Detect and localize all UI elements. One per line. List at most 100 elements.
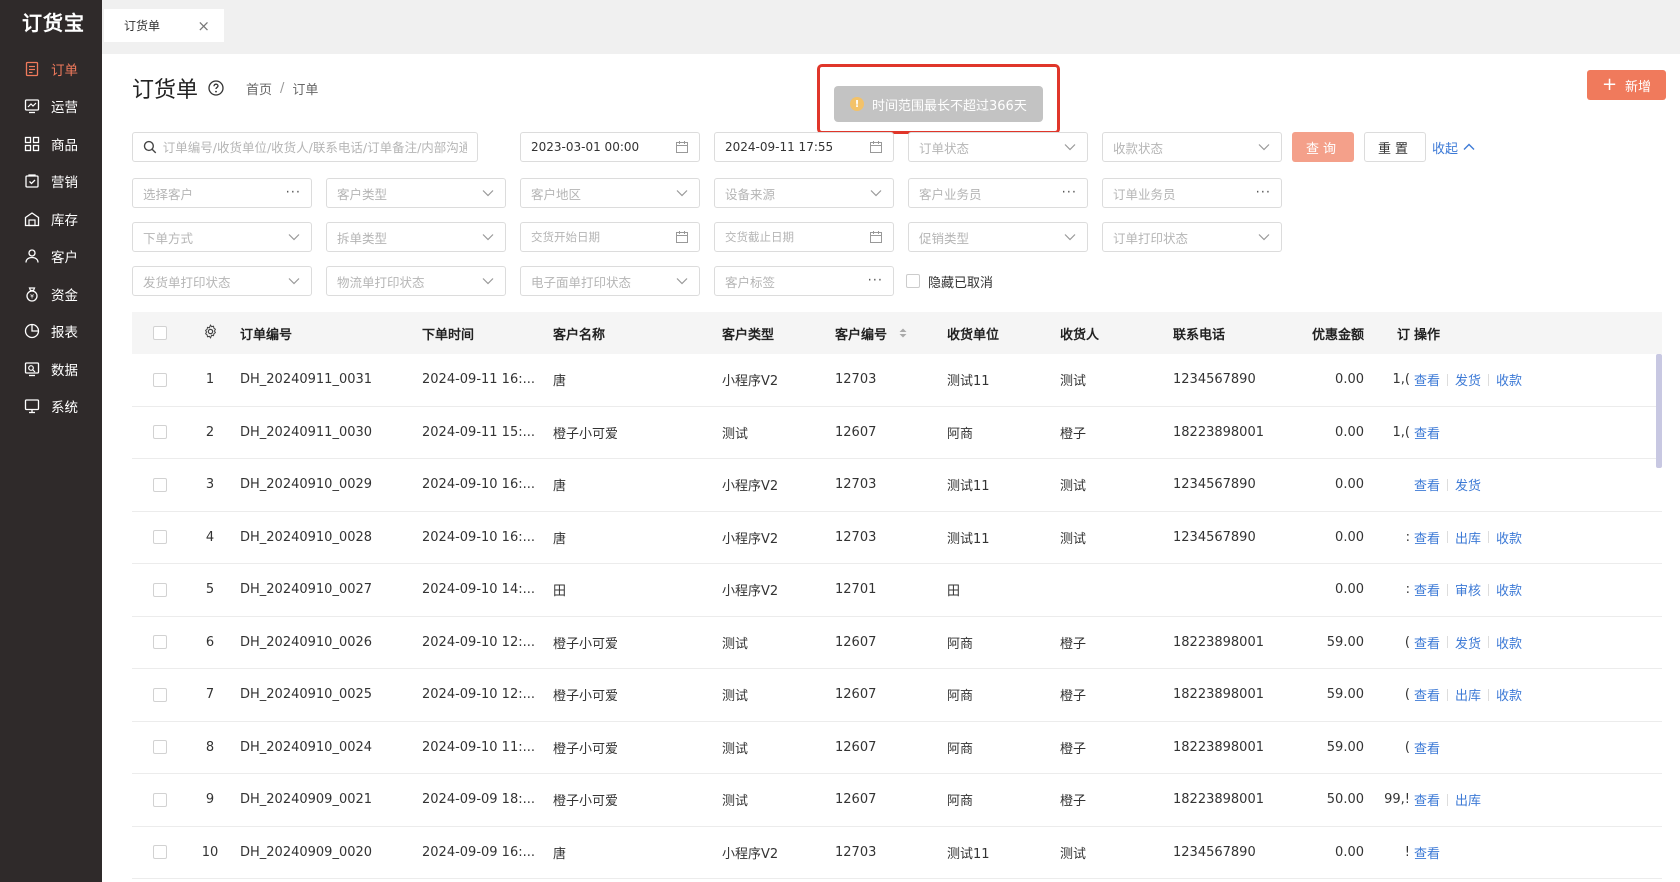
customer-type: 测试 (722, 689, 749, 705)
row-checkbox[interactable] (153, 845, 167, 860)
gear-icon[interactable] (203, 323, 218, 339)
op-link[interactable]: 查看 (1414, 685, 1440, 704)
table-row[interactable]: 2 DH_20240911_0030 2024-09-11 15:... 橙子小可爱 测… (132, 407, 1662, 459)
add-button[interactable]: + 新增 (1587, 70, 1666, 100)
row-checkbox[interactable] (153, 425, 167, 440)
select-customer-field[interactable]: 选择客户 ··· (132, 178, 312, 208)
help-icon[interactable] (208, 80, 224, 96)
order-status-select[interactable]: 订单状态 (908, 132, 1088, 162)
table-row[interactable]: 5 DH_20240910_0027 2024-09-10 14:... 田 小程序V2… (132, 564, 1662, 617)
op-link[interactable]: 查看 (1414, 423, 1440, 442)
op-link[interactable]: 发货 (1455, 633, 1481, 652)
chevron-down-icon (1258, 234, 1270, 241)
op-link[interactable]: 查看 (1414, 790, 1440, 809)
table-row[interactable]: 7 DH_20240910_0025 2024-09-10 12:... 橙子小可爱 测… (132, 669, 1662, 722)
hide-cancelled-option[interactable]: 隐藏已取消 (906, 266, 993, 296)
reset-button[interactable]: 重置 (1364, 132, 1426, 162)
op-link[interactable]: 查看 (1414, 843, 1440, 862)
sidebar-item-7[interactable]: 报表 (0, 313, 102, 351)
ship-print-status-select[interactable]: 发货单打印状态 (132, 266, 312, 296)
op-link[interactable]: 查看 (1414, 738, 1440, 757)
row-checkbox[interactable] (153, 477, 167, 492)
op-link[interactable]: 出库 (1455, 528, 1481, 547)
sidebar-item-0[interactable]: 订单 (0, 50, 102, 88)
date-end-field[interactable]: 2024-09-11 17:55 (714, 132, 894, 162)
table-row[interactable]: 4 DH_20240910_0028 2024-09-10 16:... 唐 小程序V2… (132, 512, 1662, 564)
op-link[interactable]: 收款 (1496, 580, 1522, 599)
row-checkbox[interactable] (153, 582, 167, 597)
ewaybill-print-status-select[interactable]: 电子面单打印状态 (520, 266, 700, 296)
sort-icon[interactable] (899, 328, 907, 338)
row-checkbox[interactable] (153, 372, 167, 387)
sidebar-item-2[interactable]: 商品 (0, 125, 102, 163)
table-row[interactable]: 6 DH_20240910_0026 2024-09-10 12:... 橙子小可爱 测… (132, 617, 1662, 669)
table-row[interactable]: 3 DH_20240910_0029 2024-09-10 16:... 唐 小程序V2… (132, 459, 1662, 512)
delivery-start-field[interactable]: 交货开始日期 (520, 222, 700, 252)
sidebar-item-4[interactable]: 库存 (0, 200, 102, 238)
op-link[interactable]: 审核 (1455, 580, 1481, 599)
col-customer-no[interactable]: 客户编号 (835, 324, 947, 343)
customer-type-select[interactable]: 客户类型 (326, 178, 506, 208)
close-icon[interactable]: × (197, 17, 210, 35)
order-time: 2024-09-10 11:... (422, 739, 536, 755)
customer-salesman-field[interactable]: 客户业务员 ··· (908, 178, 1088, 208)
logistics-print-status-select[interactable]: 物流单打印状态 (326, 266, 506, 296)
breadcrumb-home[interactable]: 首页 (246, 79, 272, 98)
table-scrollbar[interactable] (1656, 354, 1662, 468)
date-start-value: 2023-03-01 00:00 (531, 140, 640, 154)
customer-name: 田 (553, 584, 567, 600)
sidebar-item-9[interactable]: 系统 (0, 388, 102, 426)
receiving-unit: 阿商 (947, 426, 974, 442)
promo-type-select[interactable]: 促销类型 (908, 222, 1088, 252)
row-checkbox[interactable] (153, 740, 167, 755)
table-row[interactable]: 1 DH_20240911_0031 2024-09-11 16:... 唐 小程序V2… (132, 354, 1662, 407)
row-checkbox[interactable] (153, 792, 167, 807)
op-link[interactable]: 查看 (1414, 580, 1440, 599)
customer-name: 橙子小可爱 (553, 741, 619, 757)
table-row[interactable]: 9 DH_20240909_0021 2024-09-09 18:... 橙子小可爱 测… (132, 774, 1662, 827)
table-row[interactable]: 10 DH_20240909_0020 2024-09-09 16:... 唐 小程序V… (132, 827, 1662, 879)
op-link[interactable]: 查看 (1414, 475, 1440, 494)
page-title: 订货单 (132, 78, 199, 103)
op-link[interactable]: 收款 (1496, 370, 1522, 389)
op-link[interactable]: 查看 (1414, 370, 1440, 389)
customer-type: 小程序V2 (722, 479, 779, 495)
sidebar-item-1[interactable]: 运营 (0, 88, 102, 126)
col-customer-name: 客户名称 (553, 327, 606, 343)
row-checkbox[interactable] (153, 635, 167, 650)
search-field[interactable] (132, 132, 478, 162)
sidebar-item-8[interactable]: 数据 (0, 350, 102, 388)
op-link[interactable]: 出库 (1455, 790, 1481, 809)
row-checkbox[interactable] (153, 530, 167, 545)
payment-status-select[interactable]: 收款状态 (1102, 132, 1282, 162)
op-link[interactable]: 查看 (1414, 528, 1440, 547)
op-link[interactable]: 收款 (1496, 685, 1522, 704)
op-link[interactable]: 收款 (1496, 528, 1522, 547)
op-link[interactable]: 出库 (1455, 685, 1481, 704)
customer-region-select[interactable]: 客户地区 (520, 178, 700, 208)
search-input[interactable] (162, 139, 467, 155)
split-type-select[interactable]: 拆单类型 (326, 222, 506, 252)
order-method-select[interactable]: 下单方式 (132, 222, 312, 252)
delivery-end-field[interactable]: 交货截止日期 (714, 222, 894, 252)
sidebar-item-6[interactable]: ¥ 资金 (0, 275, 102, 313)
op-link[interactable]: 收款 (1496, 633, 1522, 652)
discount: 59.00 (1326, 634, 1364, 650)
op-link[interactable]: 发货 (1455, 370, 1481, 389)
row-checkbox[interactable] (153, 687, 167, 702)
table-row[interactable]: 8 DH_20240910_0024 2024-09-10 11:... 橙子小可爱 测… (132, 722, 1662, 774)
collapse-toggle[interactable]: 收起 (1432, 132, 1476, 162)
order-salesman-field[interactable]: 订单业务员 ··· (1102, 178, 1282, 208)
hide-cancelled-checkbox[interactable] (906, 274, 920, 288)
query-button[interactable]: 查询 (1292, 132, 1354, 162)
sidebar-item-5[interactable]: 客户 (0, 238, 102, 276)
op-link[interactable]: 发货 (1455, 475, 1481, 494)
device-source-select[interactable]: 设备来源 (714, 178, 894, 208)
sidebar-item-3[interactable]: 营销 (0, 163, 102, 201)
op-link[interactable]: 查看 (1414, 633, 1440, 652)
select-all-checkbox[interactable] (153, 326, 167, 340)
customer-tag-field[interactable]: 客户标签 ··· (714, 266, 894, 296)
tab-order-list[interactable]: 订货单 × (104, 9, 224, 42)
date-start-field[interactable]: 2023-03-01 00:00 (520, 132, 700, 162)
order-print-status-select[interactable]: 订单打印状态 (1102, 222, 1282, 252)
